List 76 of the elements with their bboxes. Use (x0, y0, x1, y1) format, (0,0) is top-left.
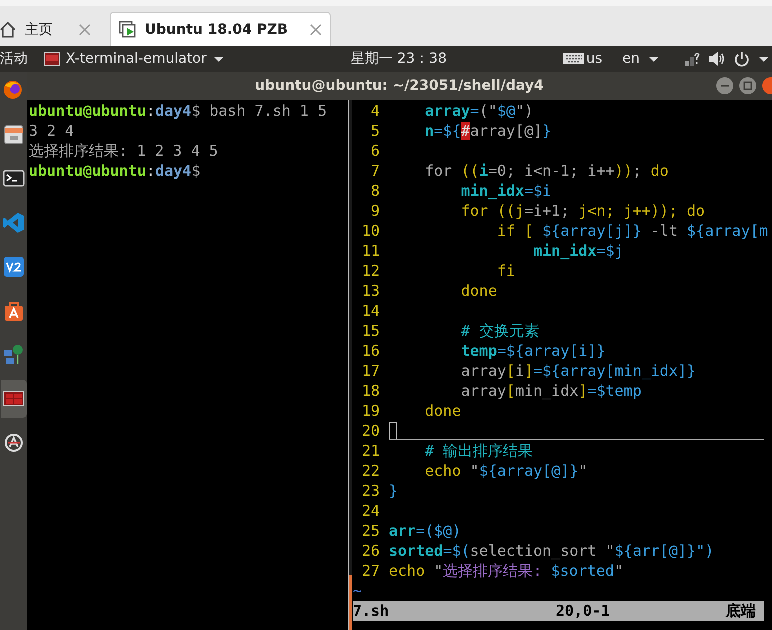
keyboard-indicator[interactable]: us (563, 51, 602, 67)
terminal-line: ubuntu@ubuntu:day4$ (29, 161, 201, 181)
keyboard-icon (563, 53, 586, 65)
file-name: 7.sh (353, 601, 390, 621)
line-number: 10 (360, 221, 380, 241)
cursor-position: 20,0-1 (556, 601, 612, 621)
line-number: 17 (360, 361, 380, 381)
line-number: 11 (360, 241, 380, 261)
line-number: 15 (360, 321, 380, 341)
window-title: ubuntu@ubuntu: ~/23051/shell/day4 (255, 78, 544, 94)
code-line: array=("$@") (424, 101, 534, 121)
line-number: 4 (370, 101, 380, 121)
line-number: 9 (370, 201, 380, 221)
line-number: 21 (360, 441, 380, 461)
code-line: for ((j=i+1; j<n; j++)); do (460, 201, 706, 221)
line-number: 25 (360, 521, 380, 541)
line-number: 14 (360, 301, 380, 321)
terminal-line: ubuntu@ubuntu:day4$ bash 7.sh 1 5 (29, 101, 328, 121)
home-icon (0, 20, 17, 38)
code-line: echo "选择排序结果: $sorted" (389, 561, 624, 581)
code-line: echo "${array[@]}" (424, 461, 588, 481)
close-button[interactable] (762, 77, 772, 95)
line-number: 18 (360, 381, 380, 401)
code-line: } (389, 481, 398, 501)
line-number: 7 (370, 161, 380, 181)
code-line: fi (496, 261, 516, 281)
code-line: array[min_idx]=$temp (460, 381, 642, 401)
app-menu[interactable]: X-terminal-emulator (44, 51, 225, 67)
terminal-icon (44, 52, 60, 66)
terminal-line: 选择排序结果: 1 2 3 4 5 (29, 141, 218, 161)
window-play-icon (119, 20, 137, 38)
clock[interactable]: 星期一 23：38 (350, 50, 447, 68)
tab-label: Ubuntu 18.04 PZB (145, 22, 288, 38)
activities-button[interactable]: 活动 (0, 50, 28, 68)
code-line: arr=($@) (389, 521, 462, 541)
caret-icon (212, 54, 225, 64)
tab-label: 主页 (25, 20, 53, 38)
line-number: 12 (360, 261, 380, 281)
maximize-button[interactable] (739, 77, 757, 95)
dock-item[interactable] (1, 380, 27, 418)
caret-icon (758, 54, 770, 64)
line-number: 8 (370, 181, 380, 201)
code-line: sorted=$(selection_sort "${arr[@]}") (389, 541, 714, 561)
scroll-position: 底端 (726, 601, 757, 621)
minimize-button[interactable] (716, 77, 734, 95)
code-line: # 输出排序结果 (424, 441, 534, 461)
line-number: 24 (360, 501, 380, 521)
line-number: 5 (370, 121, 380, 141)
code-line: for ((i=0; i<n-1; i++)); do (424, 161, 669, 181)
language-menu[interactable]: en (622, 51, 660, 67)
empty-line-marker: ~ (353, 581, 364, 601)
close-icon (79, 24, 91, 36)
line-number: 19 (360, 401, 380, 421)
code-line: min_idx=$j (532, 241, 624, 261)
code-line: if [ ${array[j]} -lt ${array[m (496, 221, 768, 241)
caret-icon (648, 54, 660, 64)
volume-icon (708, 51, 726, 67)
line-number: 23 (360, 481, 380, 501)
browser-tab[interactable]: Ubuntu 18.04 PZB (110, 12, 332, 46)
code-line: min_idx=$i (460, 181, 552, 201)
line-number: 22 (360, 461, 380, 481)
line-number: 27 (360, 561, 380, 581)
terminal-line: 3 2 4 (29, 121, 74, 141)
line-number: 16 (360, 341, 380, 361)
code-line: array[i]=${array[min_idx]} (460, 361, 696, 381)
code-line: done (460, 281, 498, 301)
code-line: # 交换元素 (460, 321, 540, 341)
code-line: temp=${array[i]} (460, 341, 606, 361)
line-number: 13 (360, 281, 380, 301)
network-icon (684, 51, 700, 67)
line-number: 20 (360, 421, 380, 441)
code-line: done (424, 401, 462, 421)
close-icon (310, 24, 322, 36)
line-number: 6 (370, 141, 380, 161)
power-icon (734, 51, 750, 67)
line-number: 26 (360, 541, 380, 561)
